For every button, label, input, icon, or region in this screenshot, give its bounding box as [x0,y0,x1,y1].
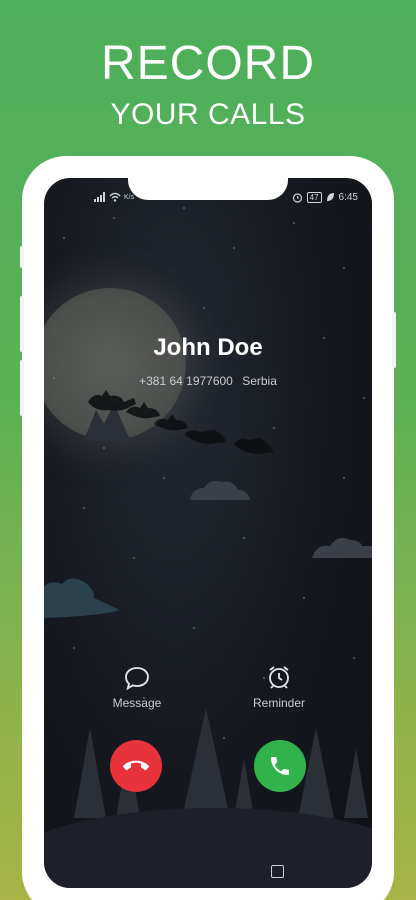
battery-indicator: 47 [306,191,322,203]
reminder-icon [269,666,289,689]
recents-icon[interactable] [271,865,284,878]
status-bar-right: 47 6:45 [292,190,358,204]
promo-subheadline: YOUR CALLS [110,98,306,131]
accept-icon [271,757,289,775]
status-bar-left: K/s [94,190,134,204]
message-icon [125,667,149,690]
wifi-icon [109,192,121,202]
caller-name: John Doe [153,334,263,361]
decline-icon [123,760,149,771]
reminder-action[interactable]: Reminder [234,664,324,710]
side-button [20,360,24,416]
caller-info: +381 64 1977600 Serbia [44,374,372,388]
signal-icon [94,192,105,202]
message-action[interactable]: Message [92,666,182,710]
promo-headline: RECORD [100,37,315,90]
side-button [392,312,396,368]
message-label: Message [112,696,162,710]
side-button [20,246,24,268]
clock: 6:45 [338,191,358,203]
phone-notch [128,178,288,200]
side-button [20,296,24,352]
reminder-label: Reminder [252,696,306,710]
leaf-icon [326,193,334,201]
night-scene-decoration [44,207,372,818]
accept-call-button[interactable] [254,740,306,792]
network-speed: K/s [124,193,135,201]
incoming-call-screen: K/s 47 6:45 John Doe +381 64 1977600 Ser… [44,178,372,888]
ground-decoration [44,808,372,888]
caller-location: Serbia [242,374,277,388]
caller-number: +381 64 1977600 [139,374,233,388]
decline-call-button[interactable] [110,740,162,792]
alarm-icon [292,192,302,203]
